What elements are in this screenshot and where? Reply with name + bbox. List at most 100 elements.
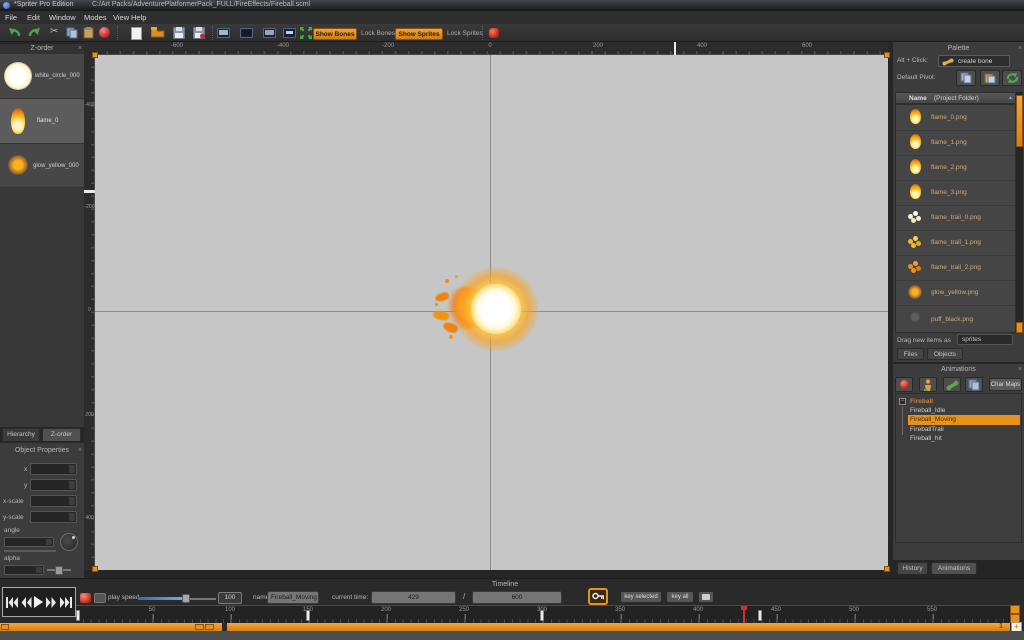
canvas-corner-handle[interactable] xyxy=(92,52,98,58)
skip-to-end-button[interactable] xyxy=(60,597,72,608)
current-time-field[interactable]: 429 xyxy=(371,591,456,604)
x-field[interactable] xyxy=(30,463,77,475)
open-folder-icon[interactable] xyxy=(151,27,165,38)
spinner-icon[interactable] xyxy=(69,465,75,473)
play-speed-slider[interactable] xyxy=(138,598,216,600)
spinner-icon[interactable] xyxy=(36,567,42,573)
new-file-icon[interactable] xyxy=(131,27,142,40)
angle-slider[interactable] xyxy=(4,550,56,552)
keyframe-marker[interactable] xyxy=(76,610,80,621)
angle-field[interactable] xyxy=(4,537,54,547)
keyframe-marker[interactable] xyxy=(758,610,762,621)
menu-help[interactable]: Help xyxy=(131,13,146,22)
pivot-paste-button[interactable] xyxy=(980,70,1000,86)
file-row[interactable]: flame_trail_2.png xyxy=(896,255,1016,281)
undo-icon[interactable] xyxy=(8,27,21,38)
menu-window[interactable]: Window xyxy=(49,13,76,22)
keyframe-marker[interactable] xyxy=(306,610,310,621)
spinner-icon[interactable] xyxy=(69,497,75,505)
total-time-field[interactable]: 600 xyxy=(472,591,562,604)
save-icon[interactable] xyxy=(173,27,185,39)
keyframe-marker[interactable] xyxy=(540,610,544,621)
zorder-item-white-circle[interactable]: white_circle_000 xyxy=(0,54,84,99)
window-layout-1-icon[interactable] xyxy=(217,28,230,38)
play-speed-value-box[interactable]: 100 xyxy=(218,592,242,604)
yscale-field[interactable] xyxy=(30,511,77,523)
animation-root[interactable]: Fireball xyxy=(910,398,933,405)
copy-icon[interactable] xyxy=(66,27,78,39)
create-bone-button[interactable]: create bone xyxy=(938,55,1010,67)
alpha-slider[interactable] xyxy=(47,569,71,571)
window-layout-4-icon[interactable] xyxy=(283,28,296,38)
scrollbar-right-button[interactable] xyxy=(205,624,214,630)
file-row[interactable]: flame_trail_1.png xyxy=(896,230,1016,256)
file-row[interactable]: flame_1.png xyxy=(896,130,1016,156)
new-animation-button[interactable] xyxy=(919,377,937,392)
menu-modes[interactable]: Modes xyxy=(84,13,107,22)
canvas-viewport[interactable] xyxy=(95,55,888,570)
file-row[interactable]: flame_trail_0.png xyxy=(896,205,1016,231)
play-speed-slider-thumb[interactable] xyxy=(182,594,190,603)
keyframe-options-button[interactable] xyxy=(698,591,714,603)
tab-zorder[interactable]: Z-order xyxy=(42,428,81,441)
redo-icon[interactable] xyxy=(28,27,41,38)
cut-icon[interactable]: ✂ xyxy=(50,26,58,37)
file-row[interactable]: flame_0.png xyxy=(896,105,1016,131)
timeline-track-row[interactable]: 1 xyxy=(227,623,1010,631)
tab-animations[interactable]: Animations xyxy=(931,562,977,574)
menu-edit[interactable]: Edit xyxy=(27,13,40,22)
angle-dial[interactable] xyxy=(60,533,78,551)
show-sprites-button[interactable]: Show Sprites xyxy=(395,28,443,40)
file-row[interactable]: glow_yellow.png xyxy=(896,280,1016,306)
scrollbar-down-button[interactable] xyxy=(1016,322,1023,333)
close-icon[interactable]: × xyxy=(1018,365,1022,375)
previous-frame-button[interactable] xyxy=(21,597,32,608)
file-list-header[interactable]: Name (Project Folder) ▲ xyxy=(895,92,1016,104)
tab-files[interactable]: Files xyxy=(897,348,924,360)
loop-mode-button[interactable] xyxy=(80,593,91,603)
spinner-icon[interactable] xyxy=(69,481,75,489)
animation-item-idle[interactable]: Fireball_Idle xyxy=(910,407,945,414)
canvas-corner-handle[interactable] xyxy=(92,566,98,572)
scrollbar-thumb[interactable] xyxy=(1016,95,1023,147)
delete-animation-button[interactable] xyxy=(895,377,913,392)
alpha-field[interactable] xyxy=(4,565,44,575)
play-button[interactable] xyxy=(34,596,43,608)
zorder-item-flame[interactable]: flame_0 xyxy=(0,99,84,144)
canvas-corner-handle[interactable] xyxy=(884,566,890,572)
char-maps-button[interactable]: Char Maps xyxy=(989,378,1022,391)
snap-button[interactable] xyxy=(94,593,106,603)
spinner-icon[interactable] xyxy=(69,513,75,521)
animation-name-field[interactable]: Fireball_Moving xyxy=(267,591,319,604)
show-bones-button[interactable]: Show Bones xyxy=(313,28,357,40)
alpha-slider-thumb[interactable] xyxy=(55,566,63,575)
animation-item-moving-row[interactable]: Fireball_Moving xyxy=(908,415,1020,425)
animation-item-trail[interactable]: FireballTrail xyxy=(910,426,944,433)
pivot-copy-button[interactable] xyxy=(956,70,976,86)
key-button[interactable] xyxy=(588,588,608,605)
skip-to-start-button[interactable] xyxy=(6,597,18,608)
animation-item-hit[interactable]: Fireball_hit xyxy=(910,435,942,442)
key-all-button[interactable]: key all xyxy=(666,591,694,603)
file-row[interactable]: puff_black.png xyxy=(896,305,1016,333)
tab-objects[interactable]: Objects xyxy=(927,348,963,360)
zorder-item-glow[interactable]: glow_yellow_000 xyxy=(0,144,84,188)
tree-collapse-icon[interactable]: − xyxy=(899,398,906,405)
timeline-left-scrollbar[interactable] xyxy=(0,623,222,631)
collapse-arrow-icon[interactable]: ▲ xyxy=(1008,95,1013,101)
bone-tool-icon[interactable] xyxy=(489,28,499,38)
file-row[interactable]: flame_2.png xyxy=(896,155,1016,181)
canvas-corner-handle[interactable] xyxy=(884,52,890,58)
tab-history[interactable]: History xyxy=(897,562,928,574)
key-selected-button[interactable]: key selected xyxy=(620,591,662,603)
tab-hierarchy[interactable]: Hierarchy xyxy=(2,428,40,441)
file-row[interactable]: flame_3.png xyxy=(896,180,1016,206)
lock-bones-button[interactable]: Lock Bones xyxy=(361,30,395,37)
save-as-icon[interactable] xyxy=(193,27,205,39)
y-field[interactable] xyxy=(30,479,77,491)
close-icon[interactable]: × xyxy=(78,446,82,456)
paste-icon[interactable] xyxy=(83,27,94,39)
refresh-pivots-button[interactable] xyxy=(1002,70,1022,86)
drag-items-dropdown[interactable]: sprites xyxy=(957,334,1013,345)
scrollbar-right-button[interactable] xyxy=(195,624,204,630)
